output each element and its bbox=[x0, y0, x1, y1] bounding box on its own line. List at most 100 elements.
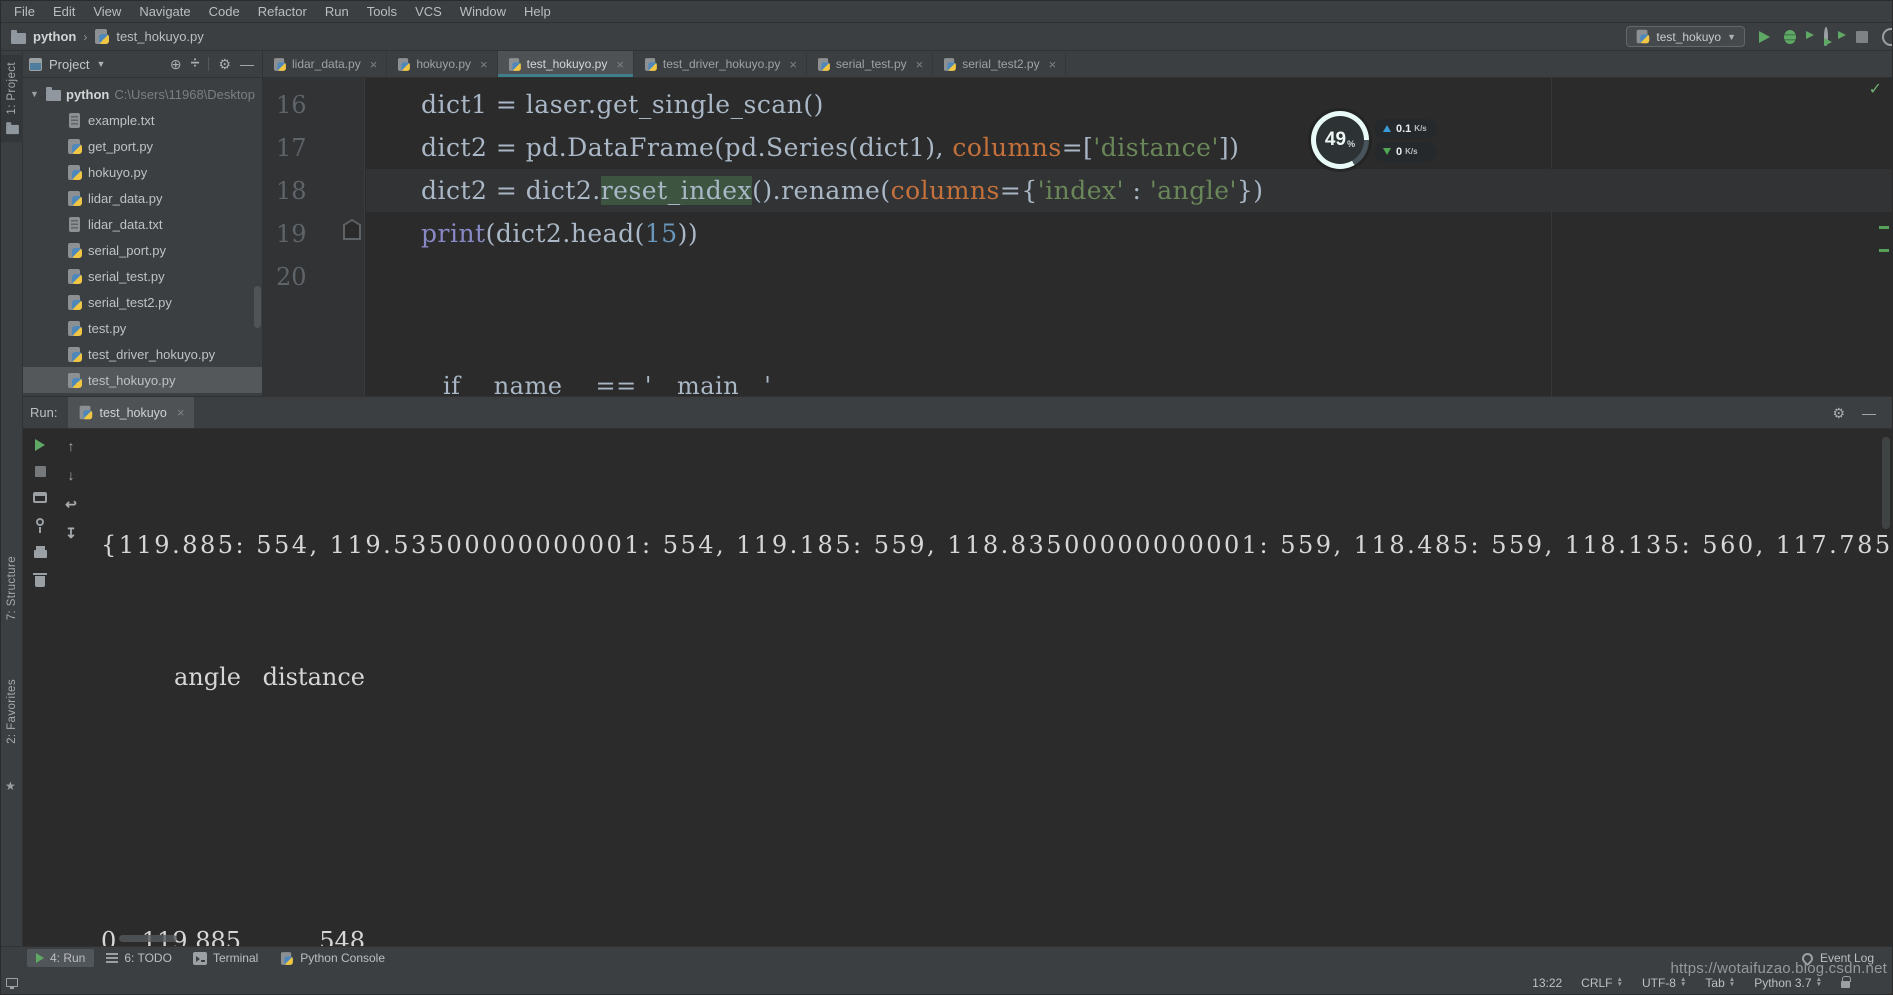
code-line[interactable]: 20 bbox=[263, 255, 1892, 298]
clear-console-icon[interactable] bbox=[33, 573, 47, 587]
tab-close-icon[interactable]: × bbox=[480, 57, 488, 72]
editor-tab[interactable]: test_hokuyo.py × bbox=[497, 51, 634, 77]
code-line[interactable]: 19 print(dict2.head(15)) bbox=[263, 212, 1892, 255]
restore-layout-icon[interactable] bbox=[33, 492, 47, 503]
project-tree-file[interactable]: test_driver_hokuyo.py bbox=[23, 341, 262, 367]
hide-panel-icon[interactable]: — bbox=[240, 57, 254, 71]
download-speed-value: 0 bbox=[1396, 145, 1403, 158]
editor-tab[interactable]: serial_test.py × bbox=[807, 51, 934, 77]
line-ending-widget[interactable]: CRLF ▲ ▼ bbox=[1581, 976, 1623, 990]
project-tree-file[interactable]: test.py bbox=[23, 315, 262, 341]
code-line[interactable]: 18 dict2 = dict2.reset_index().rename(co… bbox=[263, 169, 1892, 212]
gear-icon[interactable]: ⚙ bbox=[218, 57, 231, 71]
project-tree-file[interactable]: hokuyo.py bbox=[23, 159, 262, 185]
tool-window-button-run[interactable]: 4: Run bbox=[27, 949, 95, 967]
profiler-button[interactable] bbox=[1824, 27, 1832, 46]
code-editor[interactable]: 16 dict1 = laser.get_single_scan() 17 di… bbox=[263, 78, 1892, 396]
debug-button[interactable] bbox=[1784, 29, 1796, 44]
editor-tab[interactable]: hokuyo.py × bbox=[387, 51, 498, 77]
project-tree-file[interactable]: test_hokuyo.py bbox=[23, 367, 262, 393]
menu-item[interactable]: File bbox=[5, 4, 44, 19]
print-icon[interactable] bbox=[33, 546, 47, 558]
breadcrumb-project[interactable]: python bbox=[33, 29, 76, 44]
sidebar-tab-favorites[interactable]: 2: Favorites bbox=[6, 679, 18, 744]
fold-marker[interactable] bbox=[323, 83, 365, 126]
vertical-scrollbar[interactable] bbox=[1882, 437, 1890, 529]
indent-widget[interactable]: Tab ▲ ▼ bbox=[1705, 976, 1735, 990]
stop-button[interactable] bbox=[34, 466, 46, 477]
down-stack-trace-icon[interactable]: ↓ bbox=[68, 468, 75, 482]
tab-close-icon[interactable]: × bbox=[1049, 57, 1057, 72]
locate-file-icon[interactable]: ⊕ bbox=[170, 57, 182, 71]
tab-close-icon[interactable]: × bbox=[370, 57, 378, 72]
tree-scrollbar[interactable] bbox=[254, 286, 261, 328]
project-tree-file[interactable]: serial_test2.py bbox=[23, 289, 262, 315]
menu-item[interactable]: Window bbox=[451, 4, 515, 19]
run-configuration-select[interactable]: test_hokuyo ▼ bbox=[1626, 26, 1745, 47]
fold-marker[interactable] bbox=[323, 255, 365, 298]
soft-wrap-icon[interactable]: ↩ bbox=[65, 497, 77, 511]
code-line[interactable]: 16 dict1 = laser.get_single_scan() bbox=[263, 83, 1892, 126]
stop-button[interactable] bbox=[1856, 30, 1868, 43]
code-line[interactable]: 17 dict2 = pd.DataFrame(pd.Series(dict1)… bbox=[263, 126, 1892, 169]
menu-item[interactable]: Help bbox=[515, 4, 560, 19]
file-type-icon bbox=[67, 346, 82, 362]
menu-item[interactable]: Edit bbox=[44, 4, 84, 19]
project-tree-file[interactable]: get_port.py bbox=[23, 133, 262, 159]
tool-window-toggle-icon[interactable] bbox=[6, 978, 18, 989]
encoding-widget[interactable]: UTF-8 ▲ ▼ bbox=[1642, 976, 1686, 990]
sidebar-tab-structure[interactable]: 7: Structure bbox=[6, 556, 18, 620]
fold-marker[interactable] bbox=[323, 169, 365, 212]
expand-arrow-icon[interactable]: ▼ bbox=[30, 89, 41, 99]
menu-item[interactable]: Refactor bbox=[249, 4, 316, 19]
code-line-clipped[interactable]: if __name__ == '__main__' bbox=[263, 364, 1892, 397]
menu-item[interactable]: Navigate bbox=[130, 4, 199, 19]
tool-window-button-terminal[interactable]: Terminal bbox=[184, 949, 267, 967]
menu-item[interactable]: Tools bbox=[358, 4, 406, 19]
tab-close-icon[interactable]: × bbox=[916, 57, 924, 72]
run-button[interactable] bbox=[1759, 30, 1770, 43]
chevron-down-icon[interactable]: ▼ bbox=[96, 59, 105, 69]
menu-item[interactable]: Run bbox=[316, 4, 358, 19]
collapse-all-icon[interactable]: ÷ bbox=[191, 56, 200, 72]
tool-window-button-todo[interactable]: 6: TODO bbox=[97, 949, 181, 967]
project-tree-file[interactable]: example.txt bbox=[23, 107, 262, 133]
sidebar-tab-project[interactable]: 1: Project bbox=[1, 55, 23, 142]
project-tree-file[interactable]: lidar_data.py bbox=[23, 185, 262, 211]
inspections-ok-icon[interactable]: ✓ bbox=[1869, 79, 1882, 98]
tab-close-icon[interactable]: × bbox=[789, 57, 797, 72]
pin-tab-icon[interactable] bbox=[36, 518, 44, 533]
project-tree-file[interactable]: lidar_data.txt bbox=[23, 211, 262, 237]
breadcrumb-file[interactable]: test_hokuyo.py bbox=[116, 29, 203, 44]
menu-item[interactable]: View bbox=[84, 4, 130, 19]
editor-tab[interactable]: lidar_data.py × bbox=[263, 51, 388, 77]
up-stack-trace-icon[interactable]: ↑ bbox=[68, 439, 75, 453]
hide-panel-icon[interactable]: — bbox=[1862, 406, 1876, 420]
editor-tab[interactable]: test_driver_hokuyo.py × bbox=[634, 51, 807, 77]
project-tree-file[interactable]: serial_port.py bbox=[23, 237, 262, 263]
tab-close-icon[interactable]: × bbox=[616, 57, 624, 72]
editor-tab[interactable]: serial_test2.py × bbox=[933, 51, 1067, 77]
star-icon[interactable]: ★ bbox=[5, 779, 16, 793]
clipped-toolbar-icon[interactable] bbox=[1882, 27, 1892, 46]
scroll-to-end-icon[interactable]: ↧ bbox=[65, 526, 77, 540]
run-tab[interactable]: test_hokuyo × bbox=[68, 397, 195, 428]
menu-item[interactable]: VCS bbox=[406, 4, 451, 19]
tab-close-icon[interactable]: × bbox=[177, 405, 185, 420]
menu-item[interactable]: Code bbox=[200, 4, 249, 19]
gear-icon[interactable]: ⚙ bbox=[1832, 406, 1845, 420]
error-stripe-mark[interactable] bbox=[1879, 226, 1889, 229]
horizontal-scrollbar[interactable] bbox=[119, 935, 177, 942]
interpreter-widget[interactable]: Python 3.7 ▲ ▼ bbox=[1754, 976, 1822, 990]
rerun-button[interactable] bbox=[35, 439, 45, 451]
caret-position-widget[interactable]: 13:22 bbox=[1532, 976, 1562, 990]
error-stripe-mark[interactable] bbox=[1879, 249, 1889, 252]
project-tree-root[interactable]: ▼ python C:\Users\11968\Desktop bbox=[23, 81, 262, 107]
project-tree-file[interactable]: serial_test.py bbox=[23, 263, 262, 289]
tool-window-button-python-console[interactable]: Python Console bbox=[270, 949, 394, 968]
fold-marker[interactable] bbox=[323, 126, 365, 169]
console-output[interactable]: {119.885: 554, 119.53500000000001: 554, … bbox=[87, 429, 1892, 946]
lock-icon[interactable] bbox=[1841, 976, 1851, 988]
project-panel-title[interactable]: Project bbox=[49, 57, 89, 72]
fold-marker[interactable] bbox=[323, 212, 365, 255]
